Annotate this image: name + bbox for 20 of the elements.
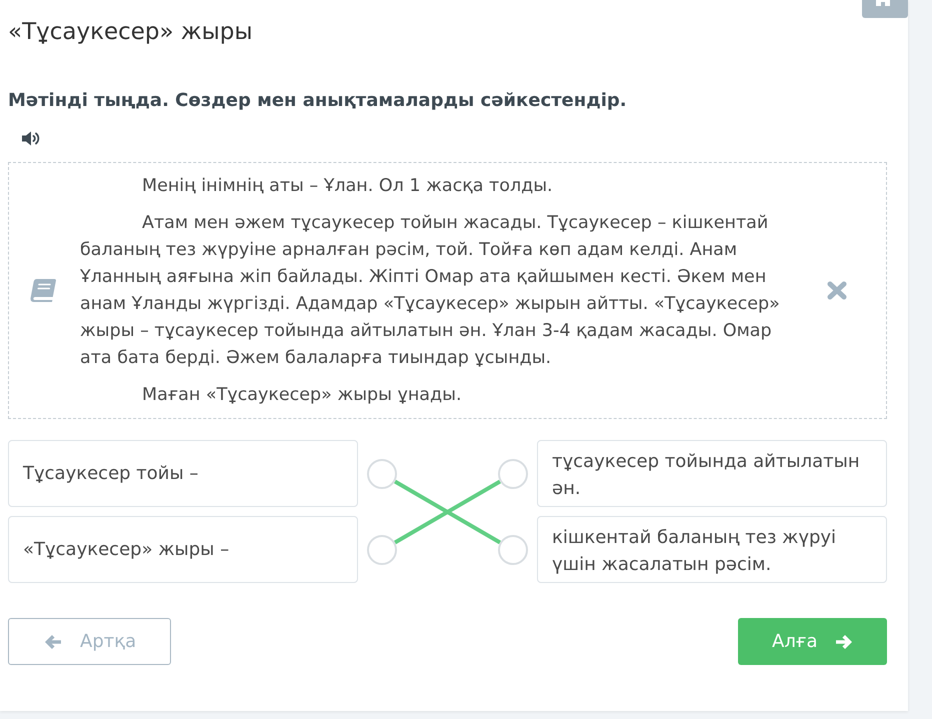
reading-paragraph: Менің інімнің аты – Ұлан. Ол 1 жасқа толды. [141, 174, 554, 198]
reading-paragraph: Маған «Тұсаукесер» жыры ұнады. [141, 384, 463, 406]
term-card[interactable]: «Тұсаукесер» жыры – [8, 516, 358, 583]
book-icon [30, 279, 56, 302]
definition-card[interactable]: тұсаукесер тойында айтылатын ән. [537, 440, 887, 507]
tile-icon [876, 0, 890, 6]
page-title: «Тұсаукесер» жыры [8, 18, 254, 47]
link-handle[interactable] [498, 535, 528, 565]
definition-card[interactable]: кішкентай баланың тез жүруі үшін жасалатын рәсім. [537, 516, 887, 583]
arrow-right-icon [836, 634, 852, 648]
link-handle[interactable] [498, 459, 528, 489]
link-handle[interactable] [367, 459, 397, 489]
speaker-icon[interactable] [22, 131, 41, 146]
arrow-left-icon [45, 634, 61, 648]
link-handle[interactable] [367, 535, 397, 565]
corner-button[interactable] [862, 0, 908, 18]
instruction-text: Мәтінді тыңда. Сөздер мен анықтамаларды сәйкестендір. [8, 89, 628, 113]
reading-paragraph: Атам мен әжем тұсаукесер тойын жасады. Тұсаукесер – кішкентай баланың тез жүруіне арналған рәсім, той. Тойға көп адам келді. Анам Ұланның аяғына жіп байлады. Жіпті Омар ата қайшымен кесті. Әкем мен анам Ұланды жүргізді. Адамдар «Тұсаукесер» жырын айтты. «Тұсаукесер» жыры – тұсаукесер тойында айтылатын ән. Ұлан 3-4 қадам жасады. Омар ата бата берді. Әжем балаларға тиындар ұсынды. [80, 212, 781, 370]
close-icon[interactable] [827, 281, 847, 300]
term-card[interactable]: Тұсаукесер тойы – [8, 440, 358, 507]
